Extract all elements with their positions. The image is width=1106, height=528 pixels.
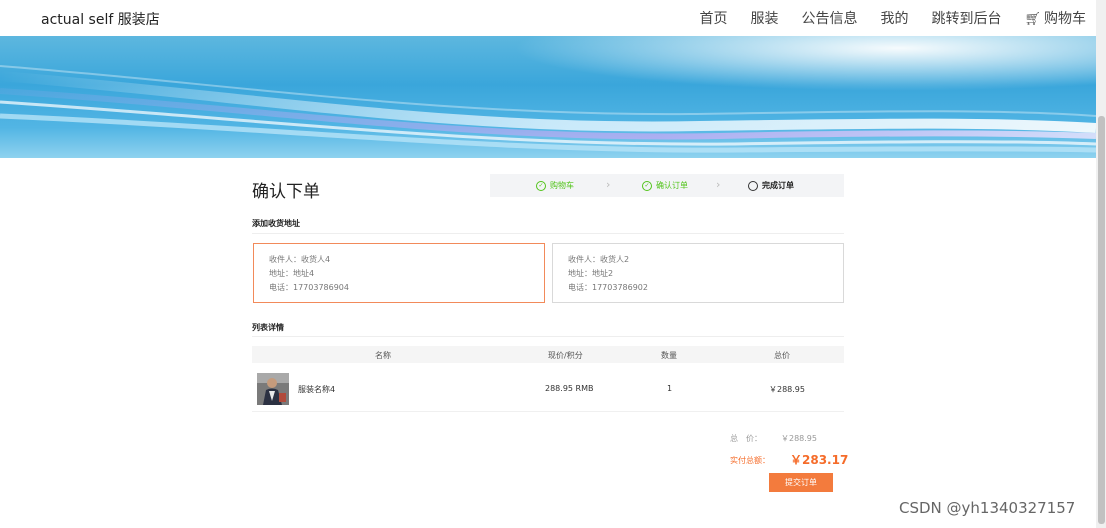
step-label: 完成订单 bbox=[762, 181, 794, 190]
cart-label: 购物车 bbox=[1044, 11, 1086, 27]
watermark: CSDN @yh1340327157 bbox=[899, 499, 1076, 517]
scrollbar-thumb[interactable] bbox=[1098, 116, 1105, 524]
nav-item-clothing[interactable]: 服装 bbox=[750, 8, 778, 28]
table-header: 名称 现价/积分 数量 总价 bbox=[252, 346, 844, 363]
product-thumbnail[interactable] bbox=[257, 373, 289, 405]
payable-value: ￥283.17 bbox=[790, 453, 849, 467]
submit-order-button[interactable]: 提交订单 bbox=[769, 473, 833, 492]
table-row: 服装名称4 288.95 RMB 1 ￥288.95 bbox=[252, 365, 844, 412]
step-label: 购物车 bbox=[550, 181, 574, 190]
page-title: 确认下单 bbox=[252, 182, 320, 202]
address-recipient: 收件人：收货人4 bbox=[269, 255, 331, 264]
product-price: 288.95 RMB bbox=[545, 384, 594, 393]
total-price-label: 总 价： bbox=[730, 434, 762, 443]
address-section-title: 添加收货地址 bbox=[252, 219, 300, 228]
nav-menu: 首页 服装 公告信息 我的 跳转到后台 🛒︎ 购物车 bbox=[676, 0, 1086, 36]
list-section-title: 列表详情 bbox=[252, 323, 284, 332]
product-total: ￥288.95 bbox=[769, 385, 805, 394]
product-name: 服装名称4 bbox=[298, 385, 336, 394]
step-cart: ✓ 购物车 bbox=[536, 174, 574, 197]
divider bbox=[252, 336, 844, 337]
total-price-value: ￥288.95 bbox=[781, 434, 817, 443]
product-qty: 1 bbox=[667, 384, 673, 393]
check-circle-icon: ✓ bbox=[642, 180, 652, 191]
brand-logo[interactable]: actual self 服装店 bbox=[41, 9, 160, 29]
address-card-selected[interactable]: 收件人：收货人4 地址：地址4 电话：17703786904 bbox=[253, 243, 545, 303]
divider bbox=[252, 233, 844, 234]
nav-item-announcements[interactable]: 公告信息 bbox=[801, 8, 857, 28]
chevron-right-icon: › bbox=[716, 178, 721, 191]
nav-item-cart[interactable]: 🛒︎ 购物车 bbox=[1024, 8, 1086, 28]
step-confirm-order: ✓ 确认订单 bbox=[642, 174, 688, 197]
chevron-right-icon: › bbox=[606, 178, 611, 191]
column-header-name: 名称 bbox=[375, 351, 391, 360]
address-phone: 电话：17703786904 bbox=[269, 283, 349, 292]
order-steps: ✓ 购物车 › ✓ 确认订单 › 完成订单 bbox=[490, 174, 844, 197]
nav-item-home[interactable]: 首页 bbox=[699, 8, 727, 28]
column-header-total: 总价 bbox=[774, 351, 790, 360]
step-label: 确认订单 bbox=[656, 181, 688, 190]
address-recipient: 收件人：收货人2 bbox=[568, 255, 630, 264]
address-card[interactable]: 收件人：收货人2 地址：地址2 电话：17703786902 bbox=[552, 243, 844, 303]
address-phone: 电话：17703786902 bbox=[568, 283, 648, 292]
nav-item-admin[interactable]: 跳转到后台 bbox=[931, 8, 1001, 28]
circle-icon bbox=[748, 180, 758, 191]
cart-icon: 🛒︎ bbox=[1024, 12, 1041, 27]
top-navbar: actual self 服装店 首页 服装 公告信息 我的 跳转到后台 🛒︎ 购物… bbox=[0, 0, 1096, 37]
address-detail: 地址：地址4 bbox=[269, 269, 315, 278]
column-header-price: 现价/积分 bbox=[548, 351, 583, 360]
step-complete-order: 完成订单 bbox=[748, 174, 794, 197]
nav-item-mine[interactable]: 我的 bbox=[880, 8, 908, 28]
banner-waves-image bbox=[0, 36, 1096, 158]
column-header-qty: 数量 bbox=[661, 351, 677, 360]
address-detail: 地址：地址2 bbox=[568, 269, 614, 278]
hero-banner bbox=[0, 36, 1096, 158]
payable-label: 实付总额： bbox=[730, 456, 770, 465]
check-circle-icon: ✓ bbox=[536, 180, 546, 191]
